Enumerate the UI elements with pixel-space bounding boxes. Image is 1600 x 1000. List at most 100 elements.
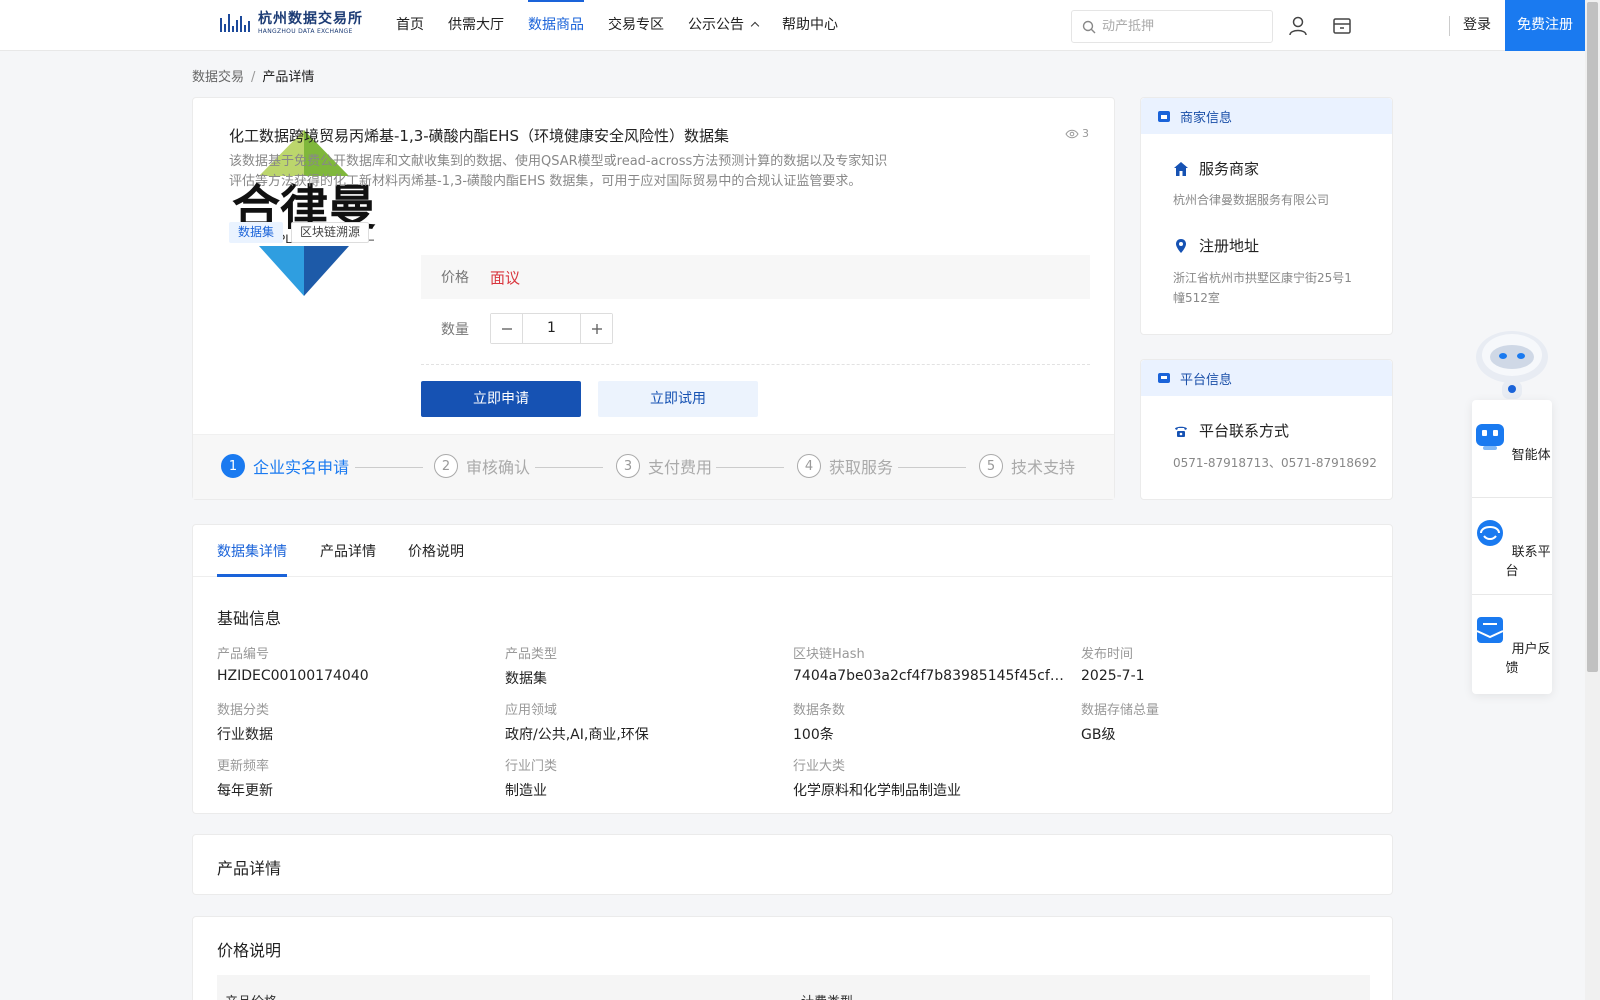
field-blockchain-hash: 区块链Hash 7404a7be03a2cf4f7b83985145f45cfdd… xyxy=(793,643,1070,684)
page-scrollbar[interactable] xyxy=(1585,0,1600,1000)
field-application-domain: 应用领域政府/公共,AI,商业,环保 xyxy=(505,699,775,744)
detail-tabs: 数据集详情 产品详情 价格说明 xyxy=(193,525,1392,577)
field-value: 化学原料和化学制品制造业 xyxy=(793,783,961,799)
quantity-label: 数量 xyxy=(441,321,469,338)
logo-bars-icon xyxy=(220,10,254,36)
field-storage-size: 数据存储总量 GB级 xyxy=(1081,699,1351,744)
field-update-frequency: 更新频率 每年更新 xyxy=(217,755,487,800)
registered-address-label: 注册地址 xyxy=(1199,237,1260,255)
view-count: 3 xyxy=(1065,127,1089,140)
field-value: 行业数据 xyxy=(217,727,273,743)
header-divider xyxy=(1449,16,1450,36)
field-value: 数据集 xyxy=(505,671,547,687)
apply-now-button[interactable]: 立即申请 xyxy=(421,381,581,417)
field-label: 数据存储总量 xyxy=(1081,703,1160,718)
price-table-header: 产品价格 计费类型 xyxy=(217,975,1370,1000)
search-input[interactable] xyxy=(1102,19,1262,34)
nav-data-products[interactable]: 数据商品 xyxy=(528,0,584,50)
nav-announcements[interactable]: 公示公告 xyxy=(688,0,760,50)
product-detail-card: 产品详情 xyxy=(192,834,1393,895)
search-box[interactable] xyxy=(1071,10,1273,43)
billing-col-label: 计费类型 xyxy=(801,991,853,1000)
register-button[interactable]: 免费注册 xyxy=(1505,0,1585,51)
feedback-icon xyxy=(1477,617,1504,643)
tab-price-description[interactable]: 价格说明 xyxy=(408,541,464,561)
field-record-count: 数据条数 100条 xyxy=(793,699,1063,744)
float-feedback-label: 用户反馈 xyxy=(1505,642,1551,676)
price-description-card: 价格说明 产品价格 计费类型 xyxy=(192,916,1393,1000)
tag-blockchain: 区块链溯源 xyxy=(291,222,370,243)
tag-dataset: 数据集 xyxy=(229,222,284,243)
float-feedback[interactable]: 用户反馈 xyxy=(1472,613,1552,676)
user-icon[interactable] xyxy=(1287,15,1309,37)
field-label: 产品编号 xyxy=(217,647,270,662)
main-nav: 首页 供需大厅 数据商品 交易专区 公示公告 帮助中心 xyxy=(396,0,862,50)
headset-icon xyxy=(1477,520,1504,546)
search-icon xyxy=(1082,20,1096,33)
field-data-category: 数据分类 行业数据 xyxy=(217,699,487,744)
field-value: 100条 xyxy=(793,727,834,743)
login-link[interactable]: 登录 xyxy=(1463,0,1491,50)
nav-help[interactable]: 帮助中心 xyxy=(782,0,838,50)
logo-title: 杭州数据交易所 xyxy=(258,10,363,27)
service-merchant-label: 服务商家 xyxy=(1199,160,1260,178)
field-label: 应用领域 xyxy=(505,703,558,718)
price-col-label: 产品价格 xyxy=(225,991,277,1000)
field-publish-date: 发布时间 2025-7-1 xyxy=(1081,643,1351,684)
field-label: 数据条数 xyxy=(793,703,846,718)
basic-info-title: 基础信息 xyxy=(217,609,282,628)
field-product-number: 产品编号 HZIDEC00100174040 xyxy=(217,643,487,684)
field-value: 每年更新 xyxy=(217,783,273,799)
field-industry-sector: 行业门类 制造业 xyxy=(505,755,775,800)
registered-address-value: 浙江省杭州市拱墅区康宁街25号1幢512室 xyxy=(1173,271,1352,305)
platform-info-header: 平台信息 xyxy=(1141,360,1392,396)
logo-subtitle: HANGZHOU DATA EXCHANGE xyxy=(258,27,353,35)
field-value: HZIDEC00100174040 xyxy=(217,668,369,684)
platform-contact-value: 0571-87918713、0571-87918692 xyxy=(1173,456,1377,470)
field-label: 行业大类 xyxy=(793,759,846,774)
product-title: 化工数据跨境贸易丙烯基-1,3-磺酸内酯EHS（环境健康安全风险性）数据集 xyxy=(229,127,729,145)
tab-product-details[interactable]: 产品详情 xyxy=(320,541,376,561)
field-value: 政府/公共,AI,商业,环保 xyxy=(505,727,649,743)
merchant-info-title: 商家信息 xyxy=(1180,110,1233,126)
field-product-type: 产品类型 数据集 xyxy=(505,643,775,688)
nav-supply-demand[interactable]: 供需大厅 xyxy=(448,0,504,50)
registered-address-row: 注册地址 xyxy=(1173,235,1259,256)
site-logo[interactable]: 杭州数据交易所 HANGZHOU DATA EXCHANGE xyxy=(220,10,363,36)
nav-announcements-label: 公示公告 xyxy=(688,17,744,33)
nav-trade-zone[interactable]: 交易专区 xyxy=(608,0,664,50)
agent-icon xyxy=(1476,424,1505,450)
field-label: 数据分类 xyxy=(217,703,270,718)
store-icon[interactable] xyxy=(1331,15,1353,37)
float-contact[interactable]: 联系平台 xyxy=(1472,516,1552,579)
float-divider xyxy=(1472,497,1552,498)
quantity-input[interactable]: 1 xyxy=(522,314,581,343)
field-industry-class: 行业大类化学原料和化学制品制造业 xyxy=(793,755,1093,800)
platform-contact-label: 平台联系方式 xyxy=(1199,422,1290,440)
try-now-button[interactable]: 立即试用 xyxy=(598,381,758,417)
float-agent-label: 智能体 xyxy=(1511,448,1551,463)
float-contact-label: 联系平台 xyxy=(1505,545,1551,579)
breadcrumb-root[interactable]: 数据交易 xyxy=(192,70,244,85)
field-value: 2025-7-1 xyxy=(1081,668,1145,684)
plus-icon xyxy=(591,323,602,334)
robot-assistant-icon[interactable] xyxy=(1472,325,1552,400)
price-description-title: 价格说明 xyxy=(217,941,282,960)
price-row: 价格 面议 xyxy=(421,255,1090,299)
chevron-up-icon xyxy=(750,21,760,31)
platform-info-card: 平台信息 平台联系方式 0571-87918713、0571-87918692 xyxy=(1140,359,1393,500)
decrement-button[interactable] xyxy=(491,314,522,343)
shop-icon xyxy=(1158,111,1170,122)
tab-dataset-details[interactable]: 数据集详情 xyxy=(217,541,287,561)
price-label: 价格 xyxy=(441,270,469,286)
floating-panel: 智能体 联系平台 用户反馈 xyxy=(1472,400,1552,694)
nav-home[interactable]: 首页 xyxy=(396,0,424,50)
float-agent[interactable]: 智能体 xyxy=(1472,419,1552,463)
field-label: 区块链Hash xyxy=(793,647,865,662)
breadcrumb-current: 产品详情 xyxy=(262,70,315,85)
platform-info-title: 平台信息 xyxy=(1180,372,1233,388)
minus-icon xyxy=(501,327,512,330)
increment-button[interactable] xyxy=(581,314,612,343)
scrollbar-thumb[interactable] xyxy=(1587,2,1598,672)
breadcrumb: 数据交易 / 产品详情 xyxy=(192,66,314,85)
